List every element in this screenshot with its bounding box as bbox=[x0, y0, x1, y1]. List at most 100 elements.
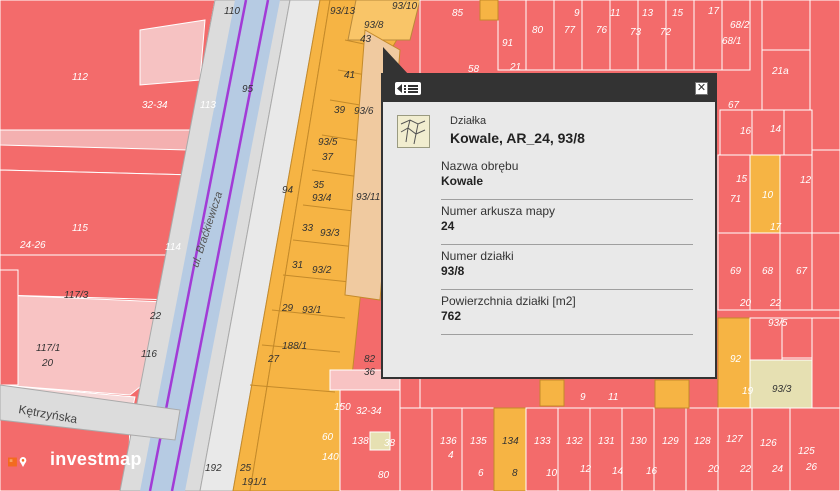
parcel-label: 129 bbox=[662, 436, 679, 447]
field-value: 24 bbox=[441, 219, 455, 233]
parcel-label: 127 bbox=[726, 434, 743, 445]
parcel-label: 135 bbox=[470, 436, 487, 447]
parcel-label: 93/11 bbox=[356, 192, 380, 203]
field-row-powierzchnia: Powierzchnia działki [m2] 762 bbox=[441, 290, 693, 335]
parcel-label: 22 bbox=[739, 464, 752, 475]
parcel-label: 93/6 bbox=[354, 106, 374, 117]
parcel-label: 69 bbox=[730, 266, 742, 277]
parcel-label: 31 bbox=[292, 260, 303, 271]
parcel-thumbnail-icon bbox=[397, 115, 430, 148]
parcel-label: 117/1 bbox=[36, 343, 60, 354]
parcel-label: 94 bbox=[282, 185, 294, 196]
parcel-label: 26 bbox=[805, 462, 818, 473]
logo-text: investmap bbox=[50, 449, 142, 469]
parcel-label: 12 bbox=[800, 175, 812, 186]
parcel-label: 17 bbox=[770, 222, 782, 233]
parcel-label: 35 bbox=[313, 180, 325, 191]
close-icon[interactable]: ✕ bbox=[695, 82, 708, 95]
parcel-label: 113 bbox=[200, 100, 216, 111]
parcel-label: 41 bbox=[344, 70, 355, 81]
parcel-label: 10 bbox=[546, 468, 558, 479]
parcel-label: 93/13 bbox=[330, 6, 355, 17]
field-value: 93/8 bbox=[441, 264, 465, 278]
parcel-label: 6 bbox=[478, 468, 484, 479]
parcel-label: 13 bbox=[642, 8, 654, 19]
logo-icon bbox=[8, 457, 27, 467]
parcel-label: 131 bbox=[598, 436, 615, 447]
field-label: Numer działki bbox=[441, 249, 514, 263]
parcel-label: 93/8 bbox=[364, 20, 384, 31]
parcel-label: 15 bbox=[672, 8, 684, 19]
parcel-label: 191/1 bbox=[242, 477, 267, 488]
parcel-label: 117/3 bbox=[64, 290, 89, 301]
parcel-label: 80 bbox=[532, 25, 544, 36]
parcel-label: 16 bbox=[740, 126, 752, 137]
popup-title: Kowale, AR_24, 93/8 bbox=[450, 130, 585, 146]
parcel-label: 138 bbox=[352, 436, 369, 447]
parcel-label: 67 bbox=[796, 266, 808, 277]
parcel-label: 32-34 bbox=[142, 100, 168, 111]
popup-header: ✕ bbox=[383, 75, 715, 102]
parcel-label: 140 bbox=[322, 452, 339, 463]
parcel-label: 12 bbox=[580, 464, 592, 475]
parcel-label: 93/2 bbox=[312, 265, 332, 276]
parcel-label: 20 bbox=[707, 464, 720, 475]
parcel-label: 150 bbox=[334, 402, 351, 413]
parcel-label: 16 bbox=[646, 466, 658, 477]
parcel-label: 116 bbox=[141, 349, 157, 360]
field-value: Kowale bbox=[441, 174, 484, 188]
parcel-label: 134 bbox=[502, 436, 519, 447]
popup-menu-button[interactable] bbox=[395, 82, 421, 95]
parcel-label: 68 bbox=[762, 266, 774, 277]
parcel-label: 36 bbox=[364, 367, 376, 378]
parcel-label: 10 bbox=[762, 190, 774, 201]
field-label: Powierzchnia działki [m2] bbox=[441, 294, 576, 308]
parcel-label: 71 bbox=[730, 194, 741, 205]
parcel-label: 11 bbox=[610, 8, 620, 19]
parcel-label: 68/2 bbox=[730, 20, 750, 31]
list-icon bbox=[397, 84, 418, 93]
parcel-label: 4 bbox=[448, 450, 454, 461]
parcel-label: 43 bbox=[360, 34, 372, 45]
parcel-label: 29 bbox=[281, 303, 294, 314]
field-label: Nazwa obrębu bbox=[441, 159, 519, 173]
parcel-label: 82 bbox=[364, 354, 376, 365]
parcel-label: 24 bbox=[771, 464, 784, 475]
field-row-arkusz: Numer arkusza mapy 24 bbox=[441, 200, 693, 245]
parcel-label: 67 bbox=[728, 100, 740, 111]
parcel-label: 27 bbox=[267, 354, 280, 365]
parcel-label: 19 bbox=[742, 386, 754, 397]
parcel-label: 93/4 bbox=[312, 193, 332, 204]
parcel-label: 91 bbox=[502, 38, 513, 49]
parcel-label: 60 bbox=[322, 432, 334, 443]
parcel-label: 110 bbox=[224, 6, 240, 17]
parcel-label: 37 bbox=[322, 152, 334, 163]
parcel-label: 136 bbox=[440, 436, 457, 447]
field-label: Numer arkusza mapy bbox=[441, 204, 556, 218]
parcel-label: 39 bbox=[334, 105, 346, 116]
parcel-label: 68/1 bbox=[722, 36, 741, 47]
parcel-label: 76 bbox=[596, 25, 608, 36]
parcel-label: 93/3 bbox=[320, 228, 340, 239]
parcel-label: 128 bbox=[694, 436, 711, 447]
parcel-label: 93/3 bbox=[772, 384, 792, 395]
parcel-label: 14 bbox=[770, 124, 782, 135]
parcel-label: 95 bbox=[242, 84, 254, 95]
parcel-label: 8 bbox=[512, 468, 518, 479]
parcel-label: 9 bbox=[574, 8, 580, 19]
parcel-label: 133 bbox=[534, 436, 551, 447]
parcel-label: 188/1 bbox=[282, 341, 307, 352]
parcel-label: 20 bbox=[41, 358, 54, 369]
parcel-label: 9 bbox=[580, 392, 586, 403]
parcel-label: 72 bbox=[660, 27, 672, 38]
parcel-label: 33 bbox=[302, 223, 314, 234]
parcel-label: 93/5 bbox=[768, 318, 788, 329]
parcel-label: 20 bbox=[739, 298, 752, 309]
popup-section-label: Działka bbox=[450, 115, 487, 127]
field-value: 762 bbox=[441, 309, 462, 323]
parcel-label: 22 bbox=[769, 298, 782, 309]
parcel-label: 80 bbox=[378, 470, 390, 481]
parcel-label: 73 bbox=[630, 27, 642, 38]
popup-pointer bbox=[383, 47, 409, 75]
parcel-label: 114 bbox=[165, 242, 181, 253]
